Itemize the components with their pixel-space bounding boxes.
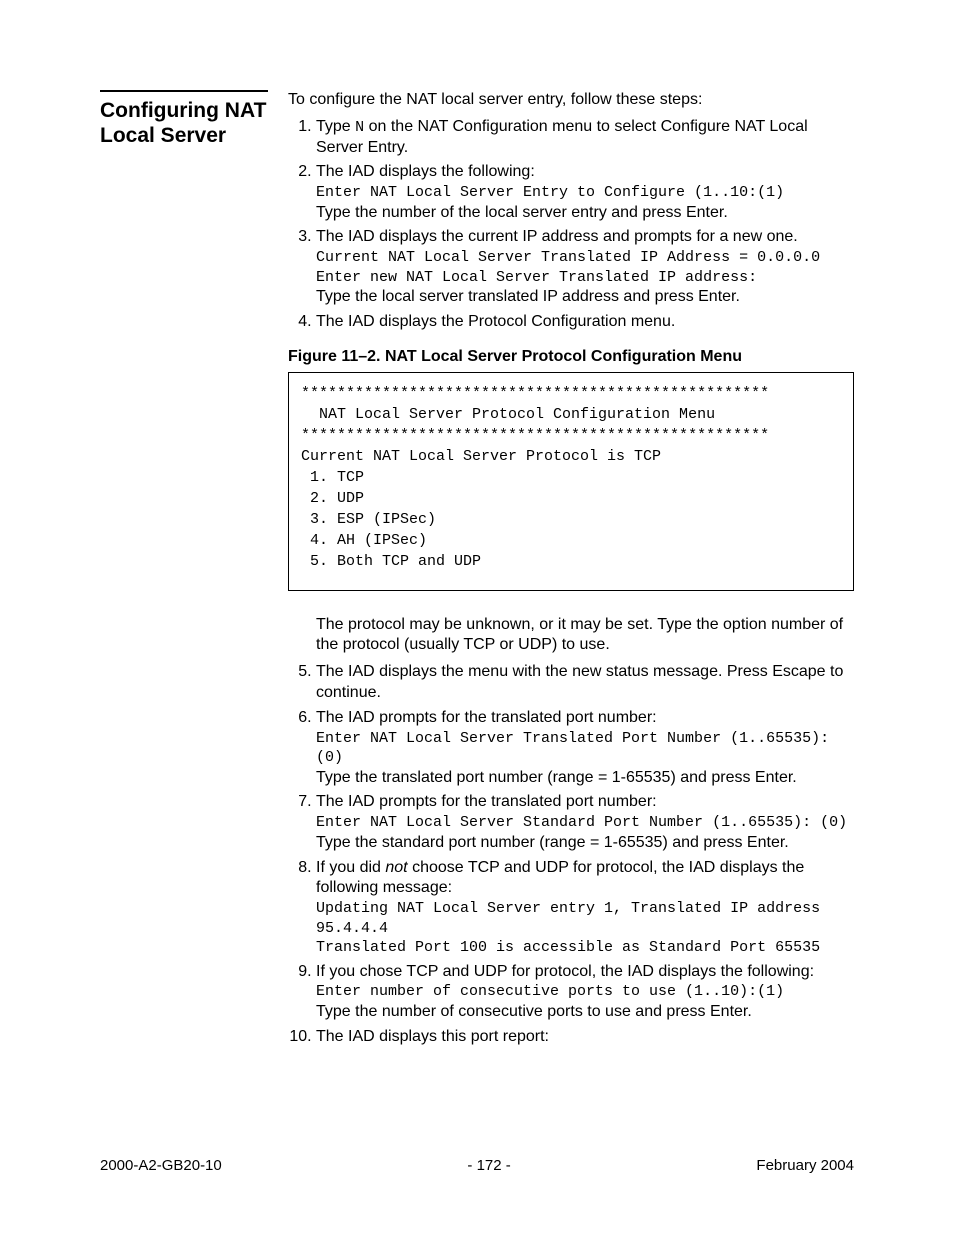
section-title: Configuring NAT Local Server [100, 98, 268, 148]
page-footer: 2000-A2-GB20-10 - 172 - February 2004 [100, 1156, 854, 1176]
step-1: Type N on the NAT Configuration menu to … [316, 117, 854, 159]
footer-doc-id: 2000-A2-GB20-10 [100, 1156, 222, 1176]
step8-code1: Updating NAT Local Server entry 1, Trans… [316, 899, 854, 938]
after-box-text: The protocol may be unknown, or it may b… [288, 615, 854, 657]
step8-code2: Translated Port 100 is accessible as Sta… [316, 938, 854, 958]
step8-not: not [385, 859, 407, 876]
step3-code2: Enter new NAT Local Server Translated IP… [316, 268, 854, 288]
step-7: The IAD prompts for the translated port … [316, 792, 854, 853]
intro-text: To configure the NAT local server entry,… [288, 90, 854, 111]
step9-code: Enter number of consecutive ports to use… [316, 982, 854, 1002]
figure-caption: Figure 11–2. NAT Local Server Protocol C… [288, 347, 854, 368]
step7-code: Enter NAT Local Server Standard Port Num… [316, 813, 854, 833]
step-8: If you did not choose TCP and UDP for pr… [316, 858, 854, 958]
step-5: The IAD displays the menu with the new s… [316, 662, 854, 704]
steps-list-cont: The IAD displays the menu with the new s… [288, 662, 854, 1047]
main-content: To configure the NAT local server entry,… [288, 90, 854, 1052]
step-10: The IAD displays this port report: [316, 1027, 854, 1048]
sidebar: Configuring NAT Local Server [100, 90, 268, 1052]
step-4: The IAD displays the Protocol Configurat… [316, 312, 854, 333]
step2-code: Enter NAT Local Server Entry to Configur… [316, 183, 854, 203]
step-2: The IAD displays the following: Enter NA… [316, 162, 854, 223]
step1-code: N [355, 119, 364, 136]
step-3: The IAD displays the current IP address … [316, 227, 854, 308]
step-6: The IAD prompts for the translated port … [316, 708, 854, 789]
steps-list: Type N on the NAT Configuration menu to … [288, 117, 854, 333]
console-box: ****************************************… [288, 372, 854, 591]
footer-page-number: - 172 - [467, 1156, 510, 1176]
step6-code: Enter NAT Local Server Translated Port N… [316, 729, 854, 768]
footer-date: February 2004 [756, 1156, 854, 1176]
step-9: If you chose TCP and UDP for protocol, t… [316, 962, 854, 1023]
step3-code1: Current NAT Local Server Translated IP A… [316, 248, 854, 268]
